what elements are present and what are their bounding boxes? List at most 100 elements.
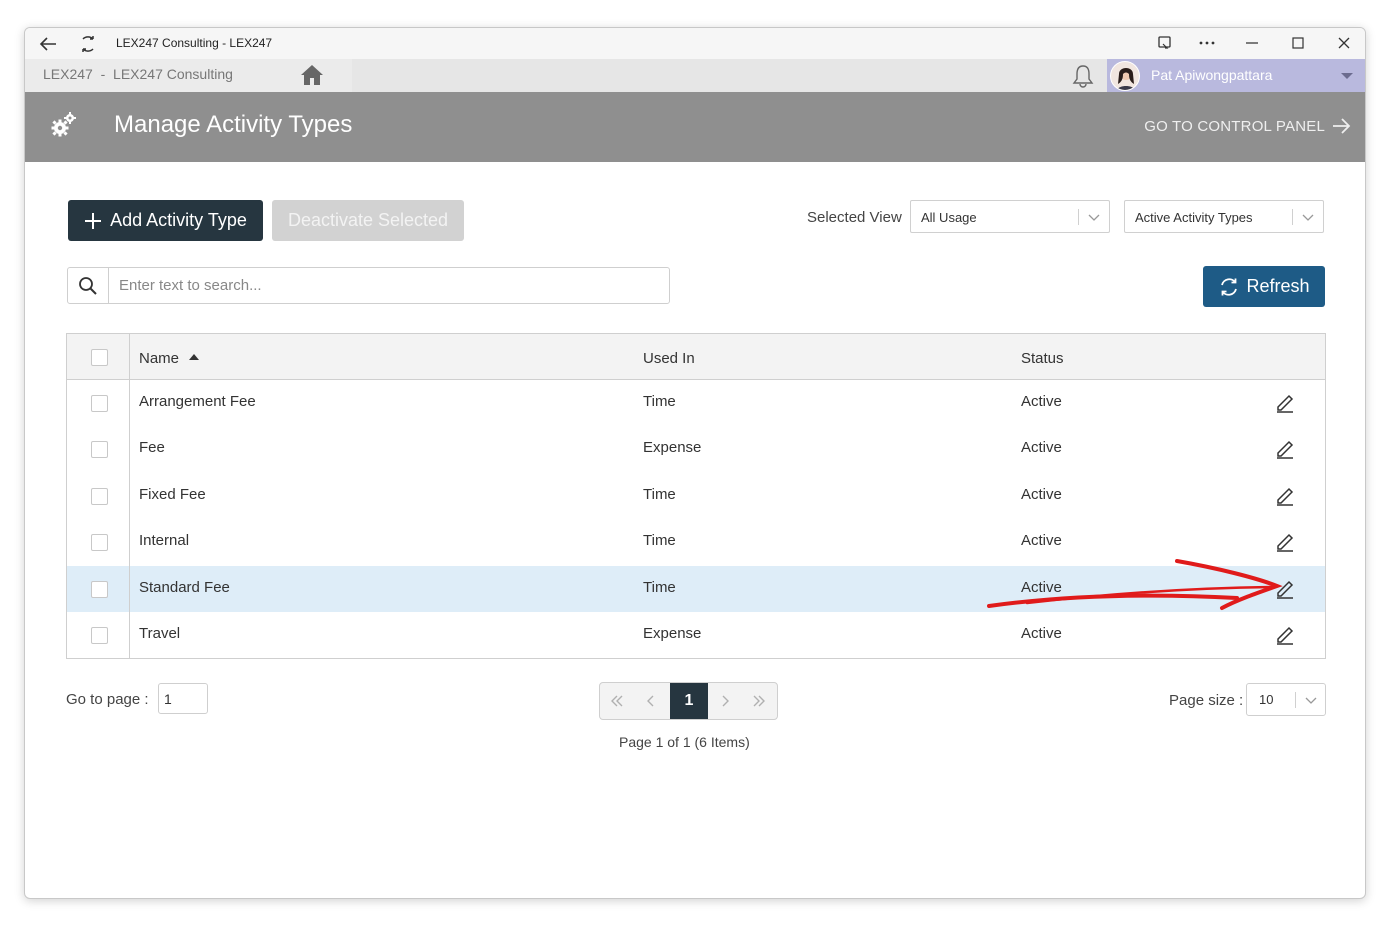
table-row-highlighted[interactable]: Standard Fee Time Active [67,566,1325,612]
org-breadcrumb: LEX247 - LEX247 Consulting [25,59,272,92]
page-header: Manage Activity Types GO TO CONTROL PANE… [25,92,1365,162]
go-to-control-panel-link[interactable]: GO TO CONTROL PANEL [1144,117,1351,135]
status-filter-dropdown[interactable]: Active Activity Types [1124,200,1324,233]
row-name: Fixed Fee [139,486,206,503]
go-to-page-label: Go to page : [66,691,149,708]
cast-icon[interactable] [1152,31,1178,55]
deactivate-selected-button[interactable]: Deactivate Selected [272,200,464,241]
row-checkbox[interactable] [91,395,108,412]
usage-filter-dropdown[interactable]: All Usage [910,200,1110,233]
next-page-icon[interactable] [708,683,742,719]
app-bar: LEX247 - LEX247 Consulting Pat Apiwongpa… [25,59,1365,92]
sort-ascending-icon [189,354,200,360]
column-header-name[interactable]: Name [139,350,200,367]
row-used-in: Time [643,532,676,549]
select-all-checkbox[interactable] [91,349,108,366]
selected-view-label: Selected View [807,209,902,226]
row-status: Active [1021,393,1062,410]
row-status: Active [1021,532,1062,549]
page-size-label: Page size : [1169,692,1244,709]
row-checkbox[interactable] [91,441,108,458]
activity-types-table: Name Used In Status Arrangement Fee Time… [66,333,1326,659]
edit-pencil-icon[interactable] [1274,530,1296,552]
column-header-used-in[interactable]: Used In [643,350,695,367]
row-name: Internal [139,532,190,549]
refresh-button[interactable]: Refresh [1203,266,1325,307]
maximize-icon[interactable] [1285,31,1311,55]
avatar[interactable] [1110,61,1140,91]
page-size-value: 10 [1259,692,1274,707]
dropdown-separator [1292,209,1293,225]
back-arrow-icon[interactable] [36,32,60,56]
pagination: 1 [599,682,778,720]
table-row[interactable]: Travel Expense Active [67,612,1325,658]
row-status: Active [1021,579,1062,596]
row-used-in: Time [643,486,676,503]
user-name: Pat Apiwongpattara [1151,67,1273,83]
app-window: LEX247 Consulting - LEX247 LEX247 - LEX2… [24,27,1366,899]
go-to-control-panel-label: GO TO CONTROL PANEL [1144,117,1325,135]
column-header-status[interactable]: Status [1021,350,1064,367]
page-title: Manage Activity Types [114,111,353,138]
dropdown-separator [1078,209,1079,225]
status-filter-value: Active Activity Types [1135,210,1253,225]
deactivate-selected-label: Deactivate Selected [287,210,449,230]
notification-bell-icon[interactable] [1071,63,1095,89]
chevron-down-icon [1088,214,1100,221]
row-name: Standard Fee [139,579,230,596]
table-header: Name Used In Status [67,334,1325,380]
row-checkbox[interactable] [91,534,108,551]
row-name: Fee [139,439,165,456]
edit-pencil-icon[interactable] [1274,437,1296,459]
table-row[interactable]: Fixed Fee Time Active [67,473,1325,519]
row-status: Active [1021,439,1062,456]
more-options-icon[interactable] [1194,31,1220,55]
last-page-icon[interactable] [742,683,776,719]
chevron-down-icon [1305,697,1317,704]
row-used-in: Expense [643,439,702,456]
row-used-in: Time [643,393,676,410]
window-title: LEX247 Consulting - LEX247 [116,36,273,50]
gears-icon [49,110,79,140]
column-header-name-label: Name [139,350,180,367]
page-info: Page 1 of 1 (6 Items) [619,734,750,750]
search-box [67,267,670,304]
title-bar: LEX247 Consulting - LEX247 [25,28,1365,59]
add-activity-type-button[interactable]: Add Activity Type [68,200,263,241]
arrow-right-icon [1333,118,1351,134]
dropdown-separator [1295,692,1296,708]
row-checkbox[interactable] [91,488,108,505]
chevron-down-icon [1302,214,1314,221]
reload-icon[interactable] [76,32,100,56]
first-page-icon[interactable] [600,683,634,719]
user-menu-caret-icon[interactable] [1341,73,1353,79]
usage-filter-value: All Usage [921,210,977,225]
table-row[interactable]: Fee Expense Active [67,426,1325,472]
edit-pencil-icon[interactable] [1274,484,1296,506]
row-checkbox[interactable] [91,581,108,598]
page-size-dropdown[interactable]: 10 [1246,683,1326,716]
checkbox-column-divider [129,334,130,658]
search-icon[interactable] [68,268,109,303]
previous-page-icon[interactable] [634,683,668,719]
current-page-button[interactable]: 1 [670,683,708,719]
go-to-page-input[interactable]: 1 [158,683,208,714]
plus-icon [85,212,102,229]
search-input[interactable] [111,268,661,303]
edit-pencil-icon[interactable] [1274,623,1296,645]
row-name: Travel [139,625,181,642]
edit-pencil-icon[interactable] [1274,577,1296,599]
row-used-in: Time [643,579,676,596]
row-status: Active [1021,625,1062,642]
add-activity-type-label: Add Activity Type [110,210,247,230]
close-icon[interactable] [1331,31,1357,55]
home-icon[interactable] [299,63,325,89]
row-checkbox[interactable] [91,627,108,644]
refresh-icon [1221,277,1238,296]
row-status: Active [1021,486,1062,503]
table-row[interactable]: Internal Time Active [67,519,1325,565]
edit-pencil-icon[interactable] [1274,391,1296,413]
table-row[interactable]: Arrangement Fee Time Active [67,380,1325,426]
row-name: Arrangement Fee [139,393,256,410]
minimize-icon[interactable] [1239,31,1265,55]
